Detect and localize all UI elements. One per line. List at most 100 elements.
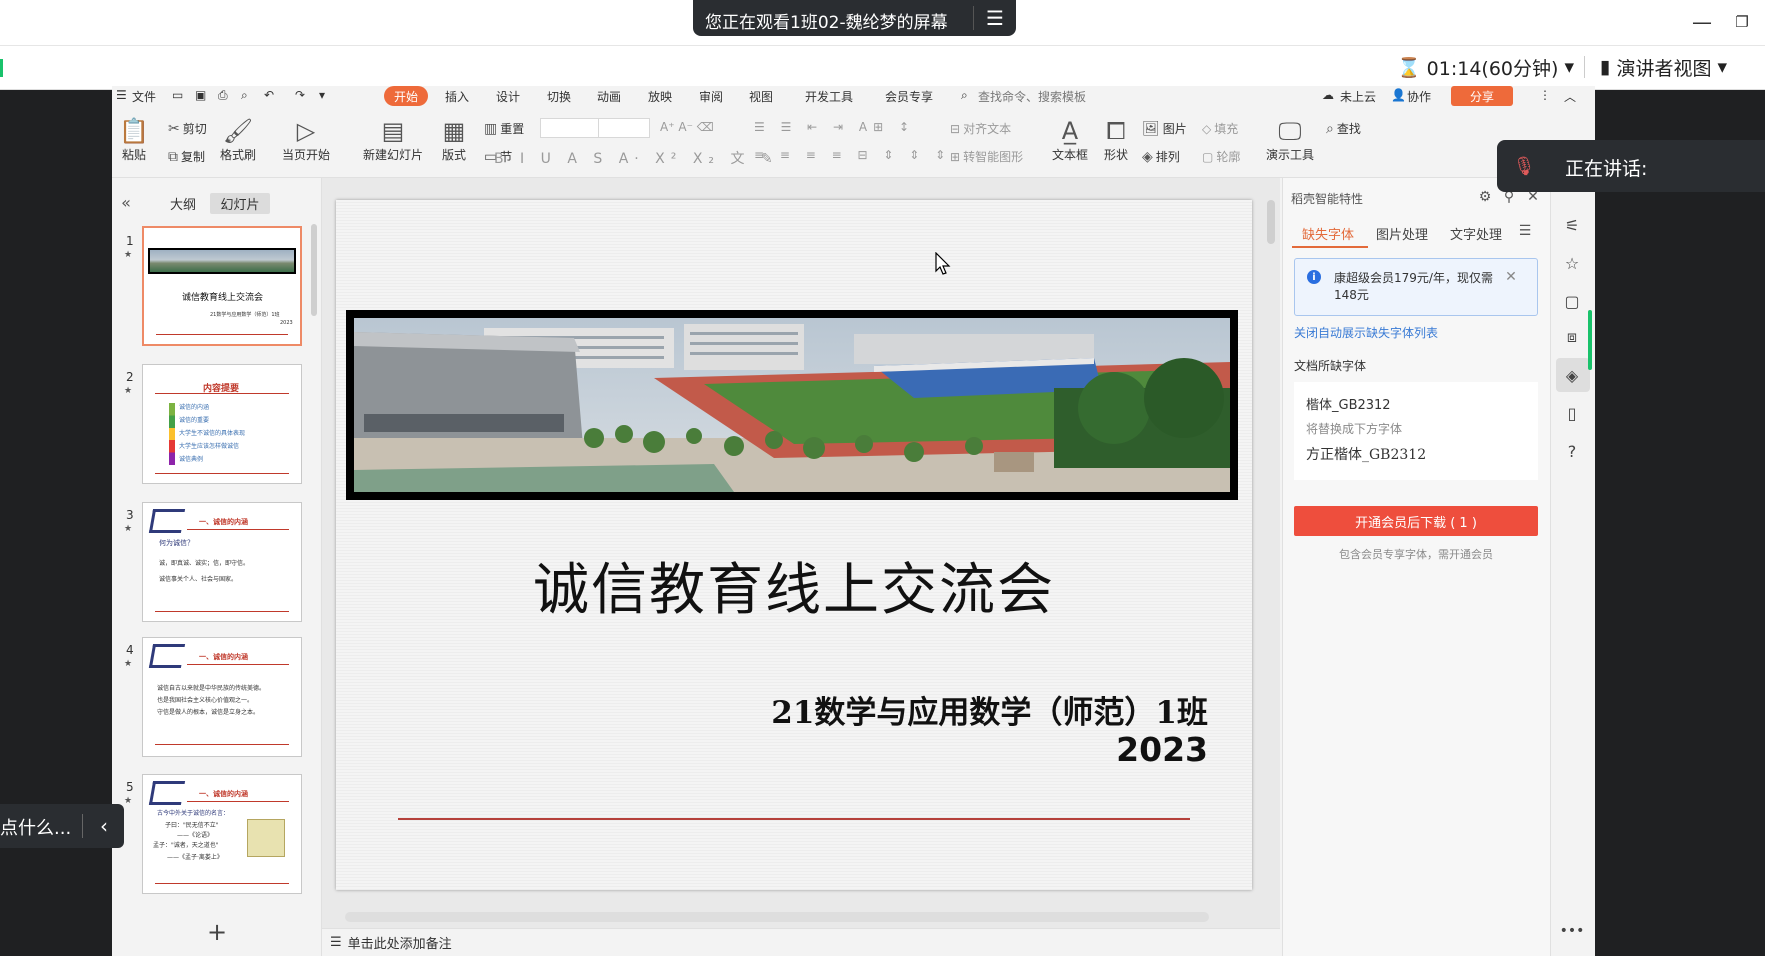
presenter-view-button[interactable]: ▮ 演讲者视图 ▾ (1600, 52, 1727, 82)
collapse-ribbon-icon[interactable]: ︿ (1564, 88, 1576, 105)
fill-button[interactable]: ◇ 填充 (1202, 120, 1238, 137)
tab-missing-fonts[interactable]: 缺失字体 (1302, 224, 1354, 243)
tab-design[interactable]: 设计 (496, 88, 520, 105)
hourglass-icon: ⌛ (1397, 56, 1421, 79)
tab-slideshow[interactable]: 放映 (648, 88, 672, 105)
thumbnail-scrollbar[interactable] (311, 224, 317, 316)
arrange-label: 排列 (1155, 150, 1180, 164)
layout-icon: ▦ (442, 117, 466, 145)
tab-slides[interactable]: 幻灯片 (210, 193, 270, 214)
cut-button[interactable]: ✂ 剪切 (168, 120, 207, 137)
star-pin-icon[interactable]: ☆ (1561, 252, 1583, 274)
chevron-left-icon[interactable]: ‹ (92, 812, 116, 840)
command-search[interactable]: 查找命令、搜索模板 (978, 88, 1086, 105)
slide-vertical-scrollbar[interactable] (1267, 200, 1275, 244)
smart-features-icon[interactable]: ◈ (1561, 364, 1583, 386)
slide-thumbnail-1[interactable]: 诚信教育线上交流会 21数学与应用数学（师范）1班 2023 (142, 226, 302, 346)
tab-start[interactable]: 开始 (384, 86, 428, 106)
meeting-timer[interactable]: ⌛ 01:14(60分钟) ▾ (1397, 52, 1574, 82)
reading-mode-icon[interactable]: ▯ (1561, 402, 1583, 424)
close-auto-show-link[interactable]: 关闭自动展示缺失字体列表 (1294, 324, 1438, 341)
slide-title[interactable]: 诚信教育线上交流会 (336, 545, 1252, 626)
menu-file[interactable]: 文件 (132, 88, 156, 105)
redo-icon[interactable]: ↷ (295, 88, 305, 102)
new-slide-button[interactable]: ▤ 新建幻灯片 (358, 116, 428, 163)
thumb-line: ——《孟子·离娄上》 (167, 854, 223, 861)
tab-outline[interactable]: 大纲 (170, 194, 196, 214)
download-fonts-button[interactable]: 开通会员后下载 ( 1 ) (1294, 506, 1538, 536)
slide-thumbnail-2[interactable]: 内容提要 诚信的内涵 诚信的重要 大学生不诚信的具体表现 大学生应该怎样做诚信 … (142, 364, 302, 484)
preview-icon[interactable]: ⌕ (241, 88, 248, 103)
minimize-icon[interactable]: — (1688, 8, 1716, 36)
more-icon[interactable]: ⋮ (1539, 88, 1551, 102)
save-icon[interactable]: ▣ (195, 88, 206, 102)
tab-view[interactable]: 视图 (749, 88, 773, 105)
undo-icon[interactable]: ↶ (264, 88, 274, 102)
slide-horizontal-scrollbar[interactable] (345, 912, 1209, 922)
slide-subtitle-class[interactable]: 21数学与应用数学（师范）1班 (600, 687, 1208, 732)
slide-thumbnail-3[interactable]: 一、诚信的内涵 何为诚信？ 诚，即真诚、诚实；信，即守信。 诚信事关个人、社会与… (142, 502, 302, 622)
slide-subtitle-year[interactable]: 2023 (900, 730, 1208, 769)
notes-bar[interactable]: ☰ 单击此处添加备注 (322, 928, 1280, 956)
layout-label: 版式 (441, 148, 466, 162)
smart-shape-button[interactable]: ⊞ 转智能图形 (950, 148, 1023, 165)
shape-button[interactable]: ⧠ 形状 (1098, 116, 1134, 163)
restore-window-icon[interactable]: ❐ (1728, 8, 1756, 36)
add-slide-icon[interactable]: + (205, 918, 229, 946)
tab-insert[interactable]: 插入 (445, 88, 469, 105)
chat-input-collapsed[interactable]: 点什么... ‹ (0, 804, 124, 848)
reset-button[interactable]: ▥ 重置 (484, 120, 524, 137)
cloud-status[interactable]: 未上云 (1340, 88, 1376, 105)
tab-transition[interactable]: 切换 (547, 88, 571, 105)
comment-icon[interactable]: ▢ (1561, 290, 1583, 312)
copy-button[interactable]: ⧉ 复制 (168, 148, 205, 165)
hamburger-icon[interactable]: ☰ (116, 88, 127, 102)
arrange-button[interactable]: ◈ 排列 (1142, 148, 1180, 165)
close-icon[interactable]: ✕ (1502, 268, 1520, 286)
presentation-tools-button[interactable]: 🖵 演示工具 (1262, 116, 1318, 163)
format-painter-button[interactable]: 🖌 格式刷 (218, 116, 258, 163)
tab-developer[interactable]: 开发工具 (805, 88, 853, 105)
collab-button[interactable]: 协作 (1407, 88, 1431, 105)
settings-sliders-icon[interactable]: ⚟ (1561, 214, 1583, 236)
paste-button[interactable]: 📋 粘贴 (116, 116, 152, 163)
font-size-controls[interactable]: A⁺ A⁻ ⌫ (660, 120, 714, 134)
shared-screen-margin-right (1595, 90, 1765, 956)
font-size-select[interactable] (598, 118, 650, 138)
paragraph-align-controls[interactable]: ≡ ≡ ≡ ≡ ⊟ ⇕ ⇕ ⇕ (754, 148, 951, 162)
chevron-down-icon: ▾ (1717, 56, 1728, 78)
help-icon[interactable]: ? (1561, 440, 1583, 462)
print-icon[interactable]: ⎙ (218, 88, 228, 103)
tab-image-processing[interactable]: 图片处理 (1376, 224, 1428, 243)
share-button[interactable]: 分享 (1451, 86, 1513, 106)
layout-button[interactable]: ▦ 版式 (436, 116, 472, 163)
picture-button[interactable]: 🖼 图片 (1142, 120, 1187, 137)
play-from-current-button[interactable]: ▷ 当页开始 (278, 116, 334, 163)
text-box-button[interactable]: A̲ 文本框 (1048, 116, 1092, 163)
list-controls[interactable]: ☰ ☰ ⇤ ⇥ A⊞ ↕ (754, 120, 915, 134)
more-icon[interactable]: ••• (1560, 920, 1585, 942)
open-icon[interactable]: ▭ (172, 88, 183, 102)
quick-access-dropdown-icon[interactable]: ▾ (319, 88, 325, 102)
outline-button[interactable]: ▢ 轮廓 (1202, 148, 1240, 165)
gear-icon[interactable]: ⚙ (1476, 188, 1494, 206)
image-tools-icon[interactable]: ⧈ (1561, 326, 1583, 348)
slide-thumbnail-5[interactable]: 一、诚信的内涵 古今中外关于诚信的名言： 子曰："民无信不立" ——《论语》 孟… (142, 774, 302, 894)
slide-thumbnail-4[interactable]: 一、诚信的内涵 诚信自古以来就是中华民族的传统美德。 也是我国社会主义核心价值观… (142, 637, 302, 757)
menu-icon[interactable]: ☰ (1516, 222, 1534, 240)
animation-star-icon: ★ (124, 659, 133, 669)
tab-member[interactable]: 会员专享 (885, 88, 933, 105)
align-text-button[interactable]: ⊟ 对齐文本 (950, 120, 1011, 137)
collapse-panel-icon[interactable]: « (116, 192, 136, 212)
tab-review[interactable]: 审阅 (699, 88, 723, 105)
find-button[interactable]: ⌕ 查找 (1326, 120, 1361, 137)
font-style-controls[interactable]: B I U A S A· X² X₂ 文 ✎ (494, 148, 779, 168)
tab-animation[interactable]: 动画 (597, 88, 621, 105)
reset-icon: ▥ (484, 120, 498, 137)
brush-icon: 🖌 (222, 117, 254, 145)
pane-title[interactable]: 稻壳智能特性 (1291, 190, 1363, 207)
campus-photo-image (354, 318, 1230, 492)
tab-text-processing[interactable]: 文字处理 (1450, 224, 1502, 243)
search-icon[interactable]: ⌕ (961, 88, 968, 103)
menu-icon[interactable]: ☰ (980, 3, 1010, 33)
